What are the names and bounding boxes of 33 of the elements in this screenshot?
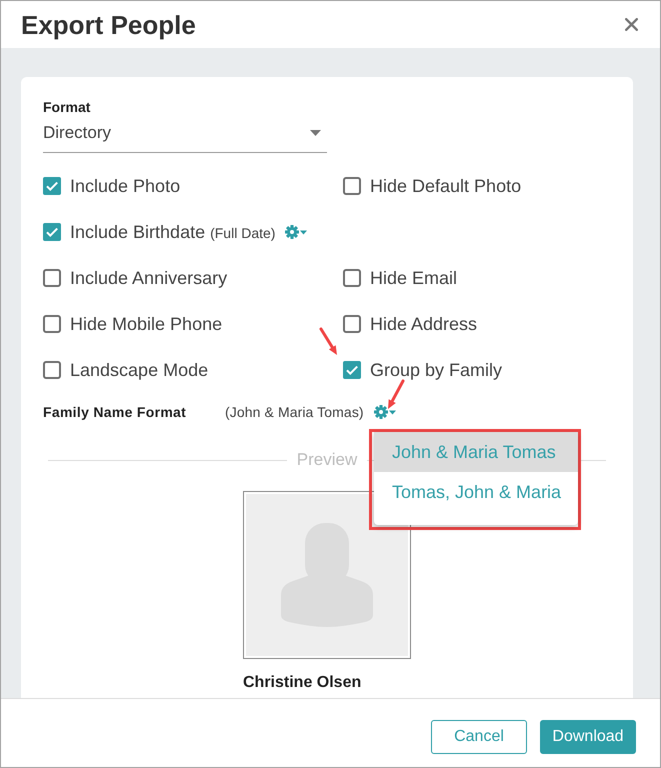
gear-caret-icon[interactable] <box>285 225 308 239</box>
checkbox-label[interactable]: Landscape Mode <box>70 360 208 380</box>
option-note: (Full Date) <box>210 224 276 242</box>
checkbox[interactable] <box>343 315 361 333</box>
checkbox-label[interactable]: Group by Family <box>370 360 502 380</box>
checkbox[interactable] <box>343 177 361 195</box>
checkbox-label[interactable]: Hide Mobile Phone <box>70 314 222 334</box>
annotation-arrow-icon <box>318 327 340 357</box>
close-icon[interactable] <box>625 18 638 31</box>
checkbox-label[interactable]: Include Anniversary <box>70 268 228 288</box>
person-name: Christine Olsen <box>243 673 362 692</box>
checkbox[interactable] <box>43 177 61 195</box>
checkbox[interactable] <box>43 361 61 379</box>
format-value: (John & Maria Tomas) <box>225 404 364 420</box>
checkbox[interactable] <box>43 269 61 287</box>
gear-caret-icon[interactable] <box>374 405 396 419</box>
checkbox-label[interactable]: Hide Email <box>370 268 458 288</box>
checkbox[interactable] <box>43 223 61 241</box>
preview-heading: Preview <box>296 450 358 470</box>
checkbox-label[interactable]: Include Birthdate <box>70 222 206 242</box>
dialog-title: Export People <box>21 10 196 40</box>
field-label: Format <box>43 99 90 116</box>
checkbox[interactable] <box>43 315 61 333</box>
caret-icon <box>310 130 321 136</box>
format-select[interactable]: Directory <box>43 116 327 153</box>
checkbox-label[interactable]: Include Photo <box>70 176 180 196</box>
field-label: Family Name Format <box>43 404 188 420</box>
checkbox[interactable] <box>343 269 361 287</box>
checkbox-label[interactable]: Hide Default Photo <box>370 176 522 196</box>
person-silhouette-icon <box>281 523 373 627</box>
select-value: Directory <box>43 122 112 142</box>
checkbox[interactable] <box>343 361 361 379</box>
checkbox-label[interactable]: Hide Address <box>370 314 478 334</box>
